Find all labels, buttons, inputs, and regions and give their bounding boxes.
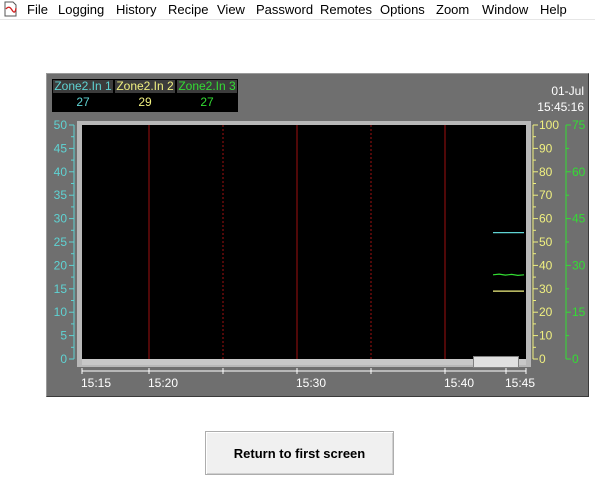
axis-tick-label: 15 — [54, 282, 68, 296]
menu-options[interactable]: Options — [380, 2, 425, 17]
menu-bar: File Logging History Recipe View Passwor… — [0, 0, 595, 20]
axis-tick-label: 40 — [54, 165, 68, 179]
legend-value-3: 27 — [176, 94, 238, 112]
menu-recipe[interactable]: Recipe — [168, 2, 208, 17]
axis-tick-label: 60 — [572, 165, 586, 179]
menu-history[interactable]: History — [116, 2, 156, 17]
axis-tick-label: 50 — [54, 118, 68, 132]
menu-remotes[interactable]: Remotes — [320, 2, 372, 17]
axis-tick-label: 60 — [539, 212, 553, 226]
timestamp-date: 01-Jul — [551, 84, 584, 98]
trend-panel: Zone2.In 1 Zone2.In 2 Zone2.In 3 27 29 2… — [46, 73, 589, 397]
axis-tick-label: 0 — [572, 352, 579, 366]
menu-logging[interactable]: Logging — [58, 2, 104, 17]
axis-tick-label: 70 — [539, 188, 553, 202]
axis-tick-label: 20 — [539, 305, 553, 319]
axis-tick-label: 20 — [54, 258, 68, 272]
legend-name-3[interactable]: Zone2.In 3 — [176, 79, 238, 94]
menu-zoom[interactable]: Zoom — [436, 2, 469, 17]
scrollbar-thumb[interactable] — [473, 356, 519, 368]
axis-tick-label: 35 — [54, 188, 68, 202]
axis-tick-label: 5 — [60, 329, 67, 343]
time-tick-label: 15:30 — [296, 376, 326, 390]
time-tick-label: 15:15 — [81, 376, 111, 390]
timestamp: 01-Jul 15:45:16 — [537, 83, 584, 115]
legend-table: Zone2.In 1 Zone2.In 2 Zone2.In 3 27 29 2… — [52, 79, 238, 112]
legend-value-2: 29 — [114, 94, 176, 112]
menu-window[interactable]: Window — [482, 2, 528, 17]
axis-tick-label: 50 — [539, 235, 553, 249]
plot-area[interactable] — [82, 125, 526, 359]
axis-tick-label: 0 — [539, 352, 546, 366]
axis-tick-label: 80 — [539, 165, 553, 179]
legend-name-1[interactable]: Zone2.In 1 — [52, 79, 114, 94]
menu-file[interactable]: File — [27, 2, 48, 17]
timestamp-time: 15:45:16 — [537, 100, 584, 114]
time-tick-label: 15:45 — [505, 376, 535, 390]
axis-tick-label: 10 — [54, 305, 68, 319]
axis-tick-label: 40 — [539, 258, 553, 272]
axis-tick-label: 30 — [539, 282, 553, 296]
menu-view[interactable]: View — [217, 2, 245, 17]
axis-tick-label: 30 — [54, 212, 68, 226]
menu-help[interactable]: Help — [540, 2, 567, 17]
axis-tick-label: 100 — [539, 118, 559, 132]
axis-tick-label: 45 — [54, 141, 68, 155]
app-document-icon[interactable] — [4, 1, 17, 17]
axis-tick-label: 25 — [54, 235, 68, 249]
time-tick-label: 15:40 — [444, 376, 474, 390]
time-scrollbar[interactable] — [82, 359, 526, 365]
legend-value-1: 27 — [52, 94, 114, 112]
menu-password[interactable]: Password — [256, 2, 313, 17]
axis-tick-label: 15 — [572, 305, 586, 319]
return-to-first-screen-button[interactable]: Return to first screen — [205, 431, 394, 475]
axis-tick-label: 10 — [539, 329, 553, 343]
axis-tick-label: 45 — [572, 212, 586, 226]
axis-tick-label: 30 — [572, 258, 586, 272]
legend-name-2[interactable]: Zone2.In 2 — [114, 79, 176, 94]
axis-tick-label: 0 — [60, 352, 67, 366]
axis-tick-label: 90 — [539, 141, 553, 155]
axis-tick-label: 75 — [572, 118, 586, 132]
time-tick-label: 15:20 — [148, 376, 178, 390]
